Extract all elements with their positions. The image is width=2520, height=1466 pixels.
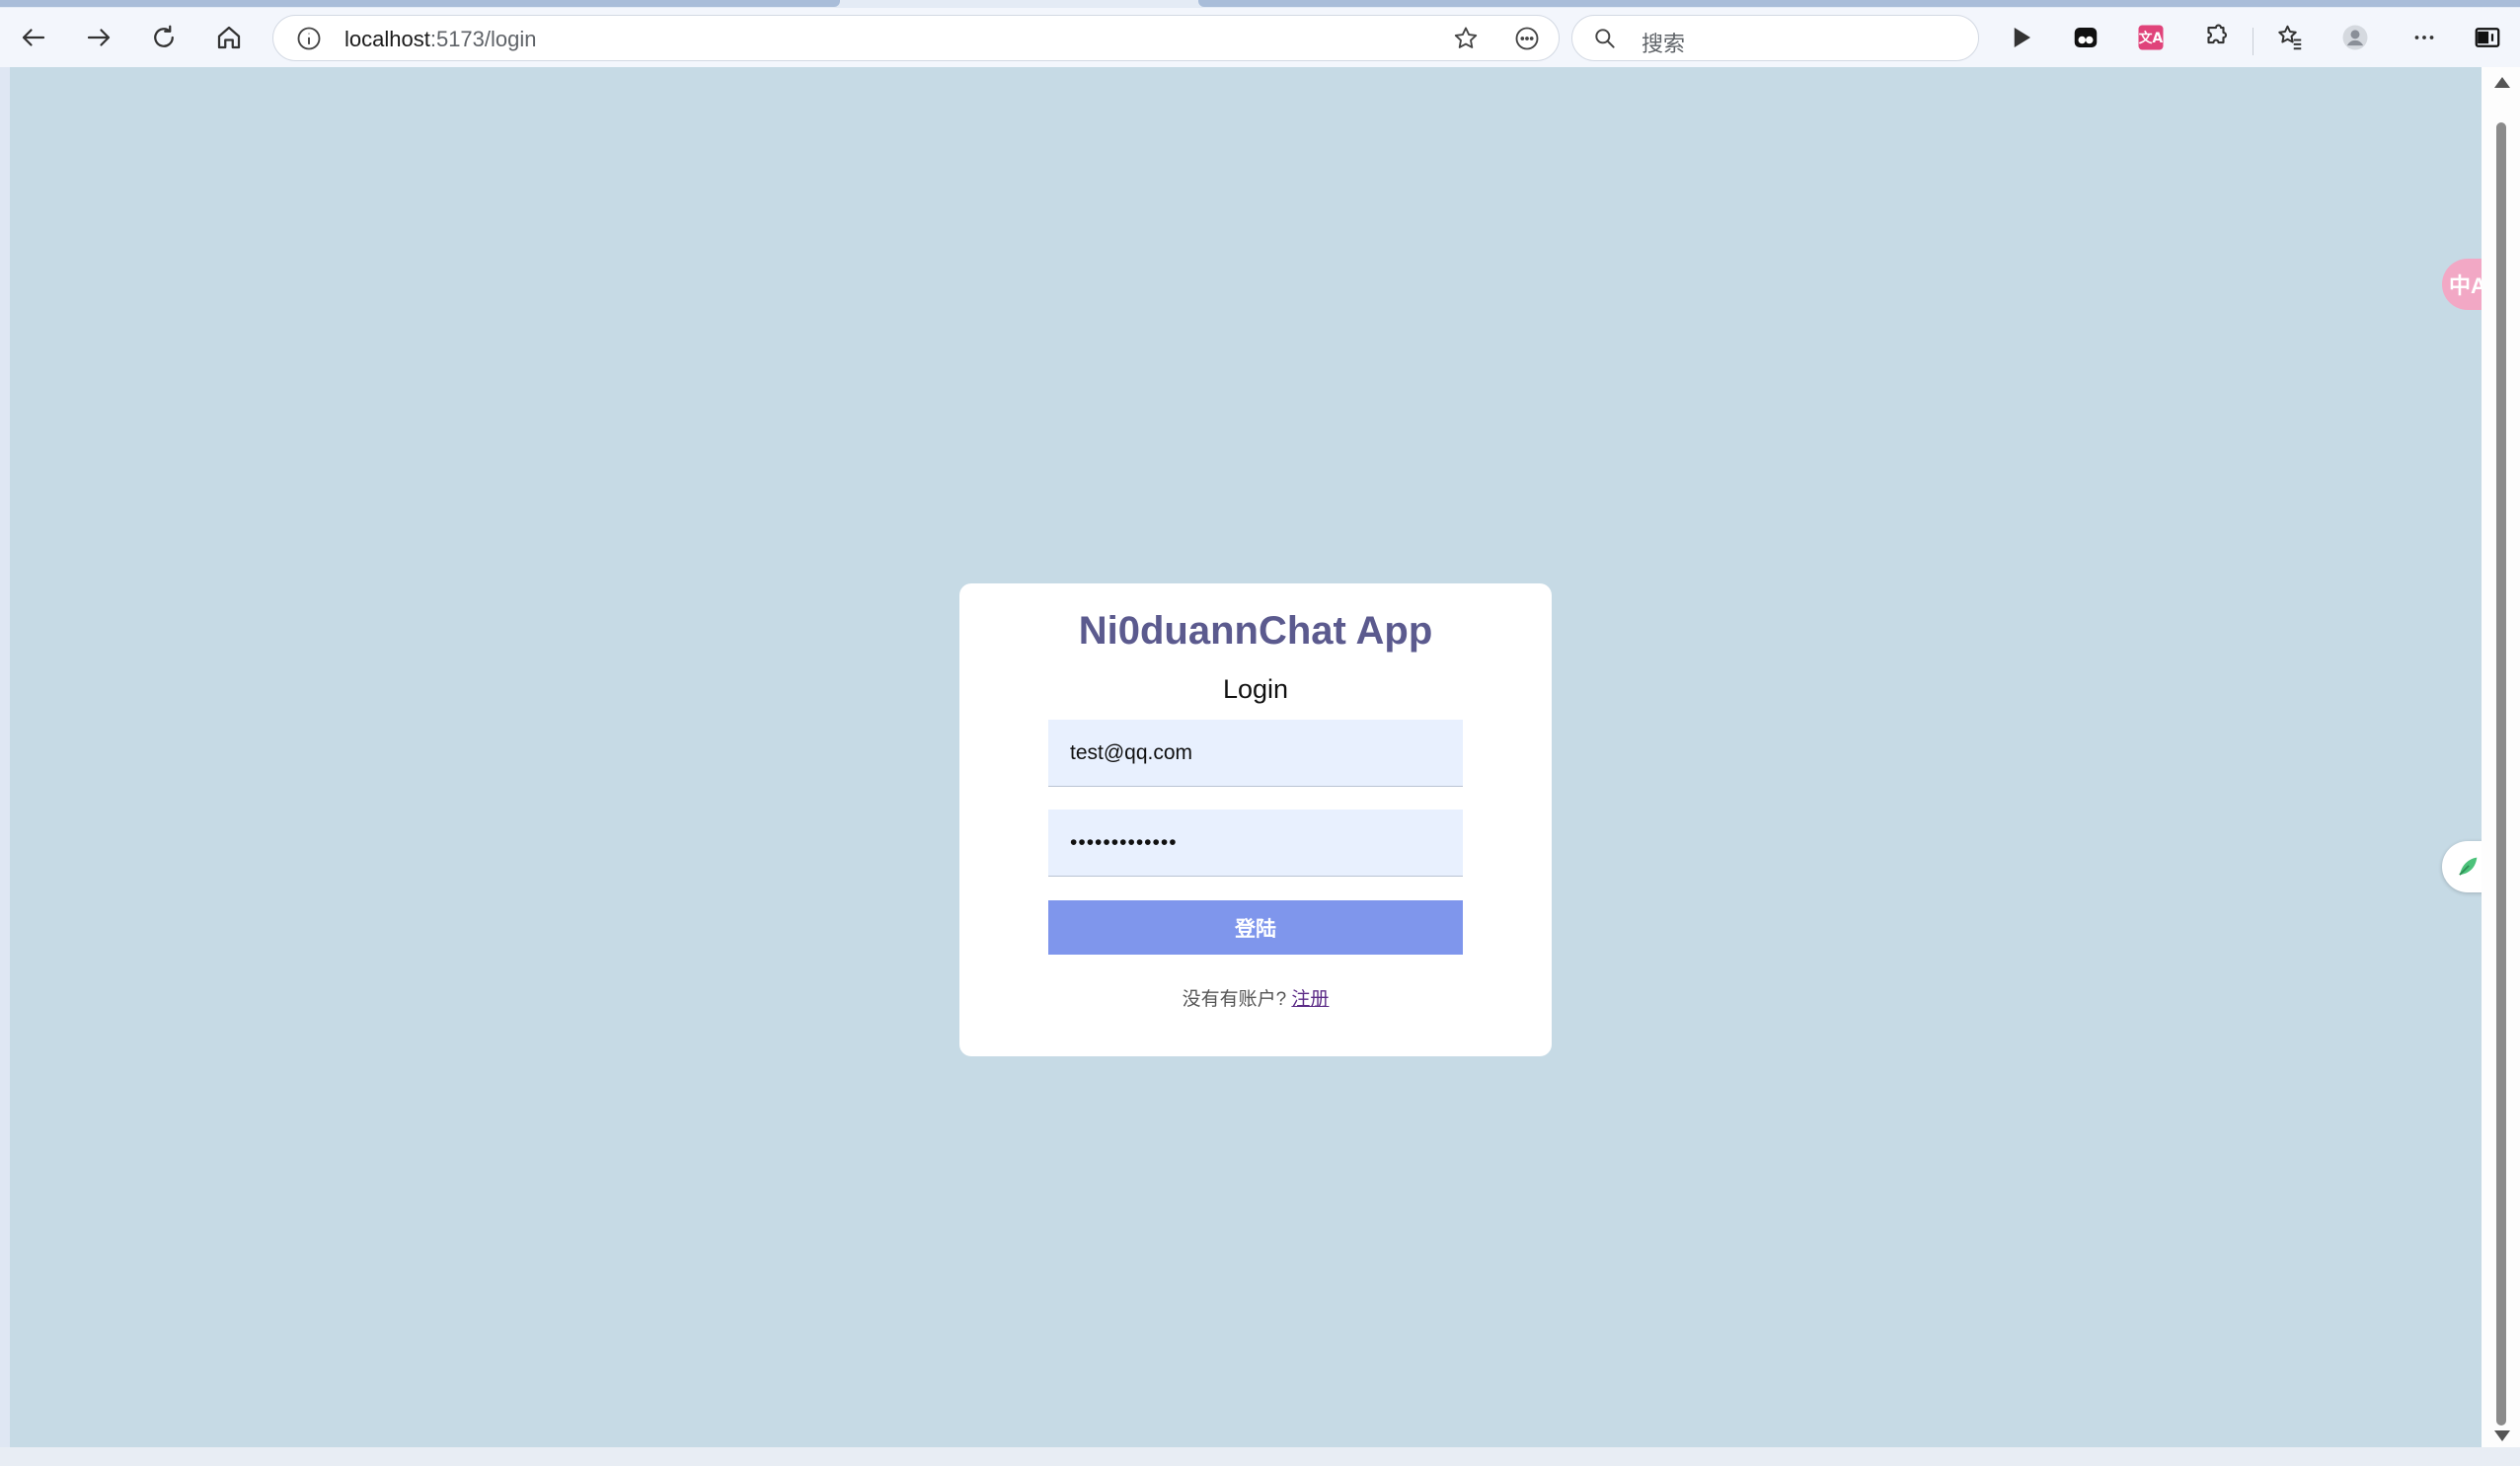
tab-left[interactable] [0, 0, 840, 7]
signup-prompt: 没有有账户? 注册 [959, 984, 1552, 1011]
scroll-up-arrow[interactable] [2494, 77, 2510, 88]
url-path: :5173/login [429, 27, 537, 51]
signup-link[interactable]: 注册 [1291, 989, 1329, 1010]
svg-text:文A: 文A [2139, 30, 2164, 46]
star-icon[interactable] [1452, 25, 1480, 52]
refresh-icon[interactable] [140, 14, 188, 61]
password-field[interactable] [1048, 810, 1463, 877]
ellipsis-icon[interactable] [2401, 14, 2448, 61]
email-field[interactable] [1048, 720, 1463, 787]
favorites-icon[interactable] [2266, 14, 2314, 61]
search-placeholder: 搜索 [1642, 32, 1686, 56]
search-icon [1595, 29, 1615, 48]
vertical-scrollbar[interactable] [2482, 67, 2520, 1447]
page-viewport: Ni0duannChat App Login 登陆 没有有账户? 注册 [10, 67, 2482, 1447]
sidebar-icon[interactable] [2464, 14, 2511, 61]
home-icon[interactable] [205, 14, 253, 61]
forward-arrow-icon[interactable] [75, 14, 122, 61]
translate-icon[interactable]: 文A [2127, 14, 2175, 61]
avatar-icon[interactable] [2331, 14, 2379, 61]
play-icon[interactable] [1997, 14, 2044, 61]
url-text[interactable]: localhost:5173/login [344, 27, 537, 52]
more-circle-icon[interactable] [1513, 25, 1541, 52]
window-bottom-edge [0, 1447, 2520, 1466]
address-bar[interactable]: localhost:5173/login [272, 15, 1560, 61]
puzzle-icon[interactable] [2192, 14, 2240, 61]
app-icon[interactable] [2062, 14, 2109, 61]
signup-prompt-text: 没有有账户? [1182, 989, 1287, 1010]
scrollbar-thumb[interactable] [2496, 122, 2506, 1426]
app-title: Ni0duannChat App [1078, 609, 1433, 653]
browser-toolbar: localhost:5173/login 搜索 文A [0, 8, 2520, 67]
login-button[interactable]: 登陆 [1048, 900, 1463, 955]
back-arrow-icon[interactable] [10, 14, 57, 61]
tab-strip [0, 0, 2520, 8]
info-icon[interactable] [295, 25, 323, 52]
scroll-down-arrow[interactable] [2494, 1430, 2510, 1441]
url-host: localhost [344, 27, 430, 51]
login-heading: Login [1222, 674, 1289, 704]
leaf-icon [2459, 857, 2478, 876]
tab-right[interactable] [1198, 0, 2520, 7]
browser-search-box[interactable]: 搜索 [1571, 15, 1979, 61]
login-card: Ni0duannChat App Login 登陆 没有有账户? 注册 [959, 583, 1552, 1056]
